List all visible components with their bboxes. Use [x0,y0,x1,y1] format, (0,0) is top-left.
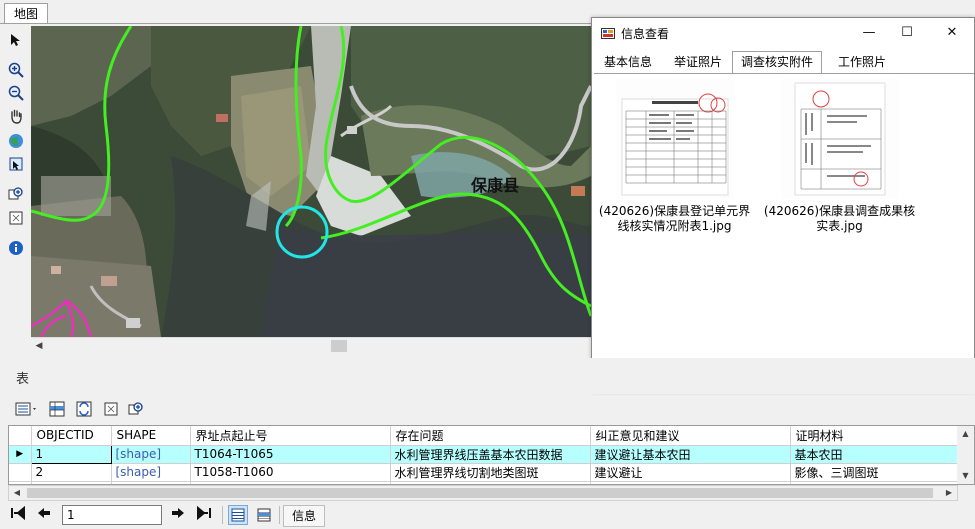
column-header[interactable]: 纠正意见和建议 [590,426,791,446]
last-record-icon[interactable] [194,505,214,524]
table-cell[interactable]: 建议避让基本农田 [590,445,791,464]
tab-evidence-photos[interactable]: 举证照片 [666,53,730,73]
document-thumbnail [615,79,734,199]
zoom-out-icon[interactable] [6,83,26,103]
first-record-icon[interactable] [8,505,28,524]
document-thumbnail [780,79,899,199]
minimize-icon[interactable]: — [854,22,884,44]
zoom-to-selected-icon[interactable] [127,400,145,418]
table-header-row: OBJECTID SHAPE 界址点起止号 存在问题 纠正意见和建议 证明材料 [9,426,961,446]
zoom-to-layer-icon[interactable] [6,184,26,204]
record-number-input[interactable] [62,505,162,525]
scroll-thumb[interactable] [331,340,347,352]
attachment-caption: (420626)保康县登记单元界线核实情况附表1.jpg [598,204,751,233]
tab-work-photos[interactable]: 工作照片 [830,53,894,73]
table-cell[interactable]: T1058-T1060 [190,463,391,482]
column-header[interactable]: 界址点起止号 [190,426,391,446]
switch-selection-icon[interactable] [75,400,93,418]
app-window: 地图 保康县 ◀ 信息查看 — ☐ ✕ 基本信息 举证照片 调查核实附件 工作照… [0,0,975,529]
table-options-icon[interactable] [14,400,40,418]
identify-region-icon[interactable] [6,154,26,174]
table-cell[interactable]: 建议避让 [590,463,791,482]
next-record-icon[interactable] [168,506,188,524]
scroll-up-icon[interactable]: ▲ [957,426,974,442]
attachment-file[interactable]: (420626)保康县调查成果核实表.jpg [762,79,917,234]
table-cell[interactable]: 水利管理界线压盖基本农田数据 [390,445,591,464]
scroll-down-icon[interactable]: ▼ [957,468,974,484]
table-cell[interactable]: 影像、三调图斑 [790,463,961,482]
info-dialog: 信息查看 — ☐ ✕ 基本信息 举证照片 调查核实附件 工作照片 (420626… [591,17,975,392]
full-extent-globe-icon[interactable] [6,131,26,151]
table-toolbar [0,396,975,422]
table-cell[interactable]: 1 [30,444,112,464]
tab-map[interactable]: 地图 [4,3,48,24]
map-view[interactable]: 保康县 [31,26,591,337]
clear-selection-icon[interactable] [102,400,120,418]
current-row-marker-icon: ▶ [9,445,32,464]
column-header[interactable]: OBJECTID [31,426,112,446]
row-header-corner [9,426,32,446]
table-cell[interactable]: 基本农田 [790,445,961,464]
show-selected-records-icon[interactable] [254,505,274,525]
table-panel-header: 表 [0,358,975,394]
window-app-icon [601,28,615,39]
close-icon[interactable]: ✕ [937,22,967,44]
select-pointer-icon[interactable] [6,30,26,50]
table-row[interactable]: 2 [shape] T1058-T1060 水利管理界线切割地类图斑 建议避让 … [9,463,961,482]
row-header[interactable] [9,463,32,482]
tab-basic-info[interactable]: 基本信息 [596,53,660,73]
table-row[interactable]: ▶ 1 [shape] T1064-T1065 水利管理界线压盖基本农田数据 建… [9,444,961,464]
extent-box-icon[interactable] [6,208,26,228]
map-toolbar [3,28,29,353]
table-cell[interactable]: [shape] [111,463,191,482]
dialog-titlebar[interactable]: 信息查看 — ☐ ✕ [592,18,974,48]
table-panel-title: 表 [16,372,30,387]
table-vertical-scrollbar[interactable]: ▲ ▼ [957,426,974,484]
table-cell[interactable]: [shape] [111,445,191,464]
scroll-thumb[interactable] [27,488,933,498]
scroll-left-icon[interactable]: ◀ [9,486,25,500]
scroll-right-icon[interactable]: ▶ [941,486,957,500]
previous-record-icon[interactable] [34,506,54,524]
tab-info[interactable]: 信息 [283,505,325,527]
table-cell[interactable]: T1064-T1065 [190,445,391,464]
maximize-icon[interactable]: ☐ [892,22,922,44]
dialog-title: 信息查看 [621,27,670,41]
toolbar-divider [222,506,223,524]
record-navigator: 信息 [0,502,975,529]
map-place-label: 保康县 [471,176,520,195]
dialog-tabs: 基本信息 举证照片 调查核实附件 工作照片 [594,51,974,74]
column-header[interactable]: SHAPE [111,426,191,446]
toolbar-divider [279,506,280,524]
column-header[interactable]: 存在问题 [390,426,591,446]
table-horizontal-scrollbar[interactable]: ◀ ▶ [8,485,958,501]
tab-survey-attachments[interactable]: 调查核实附件 [732,51,823,74]
map-horizontal-scrollbar[interactable]: ◀ [31,337,591,353]
table-cell[interactable]: 2 [31,463,112,482]
info-icon[interactable] [6,238,26,258]
zoom-in-icon[interactable] [6,60,26,80]
table-cell[interactable]: 水利管理界线切割地类图斑 [390,463,591,482]
attachment-file[interactable]: (420626)保康县登记单元界线核实情况附表1.jpg [597,79,752,234]
column-header[interactable]: 证明材料 [790,426,961,446]
show-all-records-icon[interactable] [228,505,248,525]
attachment-panel: (420626)保康县登记单元界线核实情况附表1.jpg (420626)保康县… [594,73,974,391]
attachment-caption: (420626)保康县调查成果核实表.jpg [763,204,916,233]
attribute-table: OBJECTID SHAPE 界址点起止号 存在问题 纠正意见和建议 证明材料 … [8,425,975,485]
scroll-left-icon[interactable]: ◀ [31,338,47,354]
pan-hand-icon[interactable] [6,106,26,126]
select-by-attributes-icon[interactable] [48,400,66,418]
